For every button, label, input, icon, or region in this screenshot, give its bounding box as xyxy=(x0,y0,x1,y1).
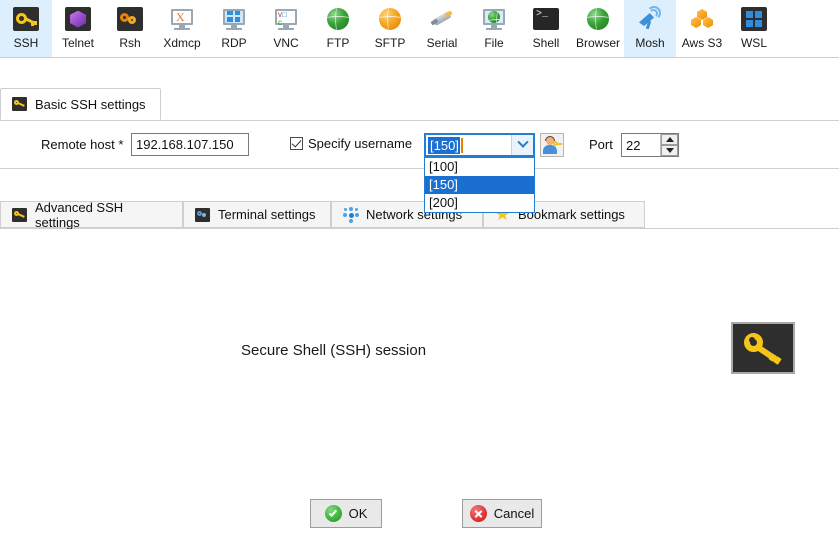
remote-host-label: Remote host * xyxy=(41,137,124,152)
session-type-telnet[interactable]: Telnet xyxy=(52,0,104,57)
session-type-wsl[interactable]: WSL xyxy=(728,0,780,57)
username-combobox[interactable]: [150] xyxy=(424,133,535,157)
dropdown-option[interactable]: [100] xyxy=(425,158,534,176)
session-title: Secure Shell (SSH) session xyxy=(241,342,427,359)
session-type-label: SSH xyxy=(13,36,39,50)
session-type-serial[interactable]: Serial xyxy=(416,0,468,57)
green-check-icon xyxy=(324,505,342,522)
gear-icon xyxy=(194,207,211,223)
checkbox-box xyxy=(290,137,303,150)
session-type-ssh[interactable]: SSH xyxy=(0,0,52,57)
session-type-label: RDP xyxy=(221,36,247,50)
vnc-monitor-icon: v□ c xyxy=(271,4,301,34)
network-icon xyxy=(342,206,359,223)
shell-prompt-icon: >_ xyxy=(531,4,561,34)
session-type-rsh[interactable]: Rsh xyxy=(104,0,156,57)
port-spin-buttons xyxy=(660,134,678,156)
session-type-label: Shell xyxy=(532,36,560,50)
key-icon xyxy=(11,207,28,223)
basic-settings-panel xyxy=(0,121,839,169)
session-type-aws-s3[interactable]: Aws S3 xyxy=(676,0,728,57)
file-monitor-icon xyxy=(479,4,509,34)
cancel-label: Cancel xyxy=(493,506,535,521)
telnet-cube-icon xyxy=(63,4,93,34)
primary-tab-strip: Basic SSH settings xyxy=(0,88,839,121)
session-type-mosh[interactable]: Mosh xyxy=(624,0,676,57)
port-stepper[interactable]: 22 xyxy=(621,133,679,157)
session-type-label: Mosh xyxy=(635,36,665,50)
session-type-label: SFTP xyxy=(374,36,406,50)
session-type-ftp[interactable]: FTP xyxy=(312,0,364,57)
triangle-up-icon[interactable] xyxy=(661,134,678,145)
session-type-label: FTP xyxy=(326,36,350,50)
port-label: Port xyxy=(589,137,613,152)
tab-basic-ssh-settings[interactable]: Basic SSH settings xyxy=(0,88,161,120)
serial-plug-icon xyxy=(427,4,457,34)
specify-username-checkbox[interactable]: Specify username xyxy=(290,136,412,151)
sftp-globe-icon xyxy=(375,4,405,34)
session-type-label: Browser xyxy=(575,36,620,50)
session-type-label: WSL xyxy=(740,36,767,50)
session-type-label: Serial xyxy=(426,36,458,50)
session-type-label: Xdmcp xyxy=(163,36,201,50)
specify-username-label: Specify username xyxy=(308,136,413,151)
rsh-gears-icon xyxy=(115,4,145,34)
ok-label: OK xyxy=(348,506,368,521)
rdp-monitor-icon xyxy=(219,4,249,34)
session-type-xdmcp[interactable]: X Xdmcp xyxy=(156,0,208,57)
session-type-browser[interactable]: Browser xyxy=(572,0,624,57)
session-type-sftp[interactable]: SFTP xyxy=(364,0,416,57)
ftp-globe-icon xyxy=(323,4,353,34)
triangle-down-icon[interactable] xyxy=(661,145,678,156)
session-type-vnc[interactable]: v□ c VNC xyxy=(260,0,312,57)
tab-label: Advanced SSH settings xyxy=(35,199,124,230)
secondary-tab-strip: Advanced SSH settings Terminal settings … xyxy=(0,199,839,230)
aws-cubes-icon xyxy=(687,4,717,34)
session-settings-dialog: SSH Telnet Rsh X Xdmcp RDP v□ c VNC FTP … xyxy=(0,0,839,542)
port-value[interactable]: 22 xyxy=(622,138,660,153)
session-type-label: Rsh xyxy=(119,36,141,50)
session-type-label: Telnet xyxy=(61,36,95,50)
session-type-label: File xyxy=(484,36,504,50)
tab-terminal-settings[interactable]: Terminal settings xyxy=(183,201,331,228)
key-icon xyxy=(11,96,28,112)
remote-host-input[interactable] xyxy=(131,133,249,156)
user-credentials-button[interactable] xyxy=(540,133,564,157)
wsl-windows-icon xyxy=(739,4,769,34)
cancel-button[interactable]: Cancel xyxy=(462,499,542,528)
session-type-label: VNC xyxy=(273,36,299,50)
chevron-down-icon[interactable] xyxy=(511,135,533,155)
username-value: [150] xyxy=(428,136,460,154)
session-type-toolbar: SSH Telnet Rsh X Xdmcp RDP v□ c VNC FTP … xyxy=(0,0,839,58)
large-key-icon xyxy=(731,322,795,374)
dropdown-option-selected[interactable]: [150] xyxy=(425,176,534,194)
session-type-shell[interactable]: >_ Shell xyxy=(520,0,572,57)
username-dropdown-list[interactable]: [100] [150] [200] xyxy=(424,157,535,213)
browser-globe-icon xyxy=(583,4,613,34)
xdmcp-monitor-icon: X xyxy=(167,4,197,34)
text-cursor xyxy=(460,137,463,153)
tab-label: Terminal settings xyxy=(218,207,316,222)
mosh-satellite-icon xyxy=(635,4,665,34)
session-type-rdp[interactable]: RDP xyxy=(208,0,260,57)
tab-advanced-ssh-settings[interactable]: Advanced SSH settings xyxy=(0,199,183,230)
ok-button[interactable]: OK xyxy=(310,499,382,528)
dropdown-option[interactable]: [200] xyxy=(425,194,534,212)
session-type-label: Aws S3 xyxy=(681,36,723,50)
user-key-icon xyxy=(543,135,562,154)
ssh-key-icon xyxy=(11,4,41,34)
tab-label: Basic SSH settings xyxy=(35,96,146,112)
red-x-icon xyxy=(469,505,487,522)
session-type-file[interactable]: File xyxy=(468,0,520,57)
